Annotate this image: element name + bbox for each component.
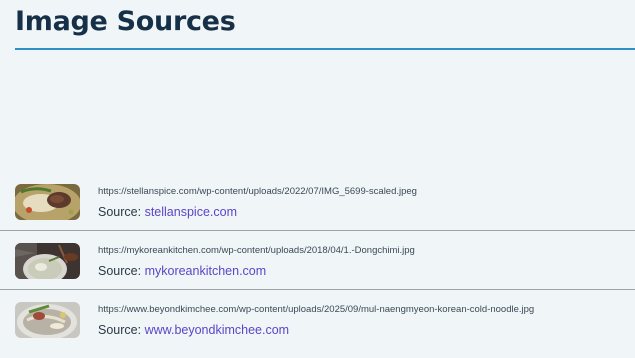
source-line: Source: mykoreankitchen.com: [98, 264, 266, 278]
source-label: Source:: [98, 205, 142, 219]
cold-noodle-bowl-thumbnail[interactable]: [15, 302, 80, 338]
dongchimi-bowl-thumbnail[interactable]: [15, 243, 80, 279]
source-item: https://mykoreankitchen.com/wp-content/u…: [0, 231, 635, 290]
source-label: Source:: [98, 264, 142, 278]
source-line: Source: www.beyondkimchee.com: [98, 323, 289, 337]
title-divider: [15, 48, 635, 50]
source-link[interactable]: mykoreankitchen.com: [145, 264, 267, 278]
image-source-list: https://stellanspice.com/wp-content/uplo…: [0, 172, 635, 348]
source-url: https://www.beyondkimchee.com/wp-content…: [98, 304, 535, 315]
source-label: Source:: [98, 323, 142, 337]
source-url: https://mykoreankitchen.com/wp-content/u…: [98, 245, 415, 256]
source-link[interactable]: www.beyondkimchee.com: [145, 323, 290, 337]
source-link[interactable]: stellanspice.com: [145, 205, 237, 219]
noodle-dish-thumbnail[interactable]: [15, 184, 80, 220]
source-item: https://stellanspice.com/wp-content/uplo…: [0, 172, 635, 231]
page-title: Image Sources: [15, 6, 236, 37]
source-url: https://stellanspice.com/wp-content/uplo…: [98, 186, 417, 197]
source-line: Source: stellanspice.com: [98, 205, 237, 219]
source-item: https://www.beyondkimchee.com/wp-content…: [0, 290, 635, 348]
